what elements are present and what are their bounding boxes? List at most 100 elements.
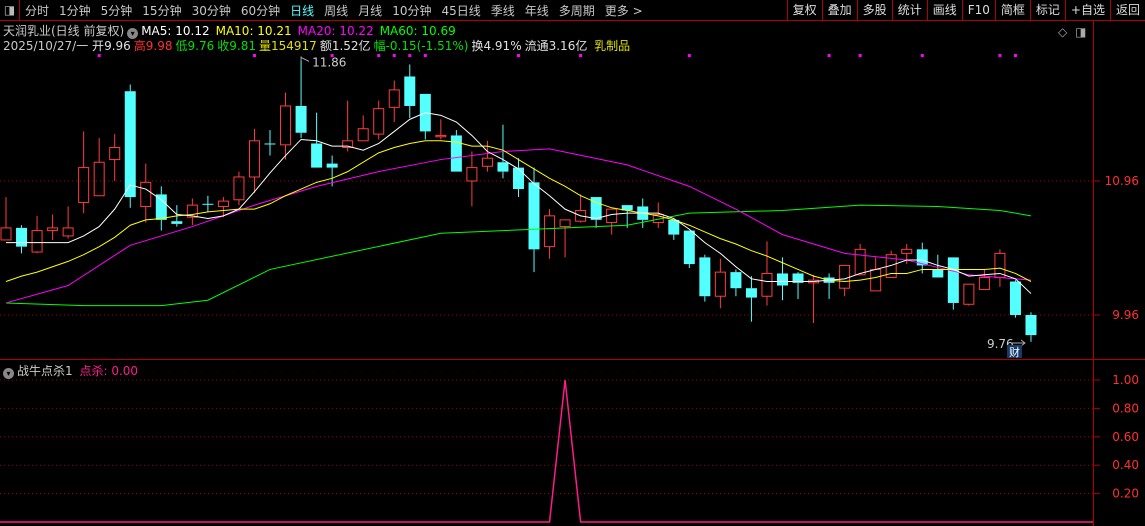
signal-marker: [1013, 54, 1017, 57]
candle: [1009, 280, 1021, 318]
candle-body: [963, 283, 975, 305]
candle: [699, 254, 711, 302]
indicator-header: ▾ 战牛点杀1 点杀: 0.00: [3, 362, 138, 379]
candle-body: [217, 200, 229, 207]
candle: [978, 269, 990, 291]
candle: [963, 283, 975, 306]
y-tick-label: 10.96: [1105, 174, 1139, 188]
candle-body: [668, 219, 680, 235]
high-arrow: [300, 56, 310, 62]
kline-chart[interactable]: 10.969.9611.869.76财1.000.800.600.400.20: [0, 0, 1145, 526]
signal-marker: [516, 54, 520, 57]
candle-body: [62, 227, 74, 237]
candle: [140, 163, 152, 223]
candle-body: [947, 257, 959, 303]
candle-body: [854, 248, 866, 276]
candle: [606, 208, 618, 235]
candle: [823, 273, 835, 299]
candle-body: [373, 108, 385, 135]
candle: [792, 272, 804, 299]
candle-body: [109, 147, 121, 161]
candle: [233, 171, 245, 206]
candle: [808, 274, 820, 324]
candle-body: [481, 157, 493, 167]
signal-marker: [579, 54, 583, 57]
candle: [47, 214, 59, 240]
candle-body: [31, 230, 43, 253]
candle: [714, 258, 726, 309]
candle-body: [93, 161, 105, 197]
y-tick-label: 9.96: [1112, 308, 1139, 322]
candle-body: [311, 143, 323, 168]
indicator-value: 点杀: 0.00: [79, 364, 139, 378]
candle: [109, 134, 121, 181]
candle: [0, 197, 12, 241]
signal-marker: [97, 54, 101, 57]
candle-body: [435, 134, 447, 138]
candle: [544, 209, 556, 259]
y-tick-label: 1.00: [1112, 373, 1139, 387]
candle: [854, 243, 866, 276]
candle-body: [280, 105, 292, 146]
candle: [295, 60, 307, 139]
candle-body: [528, 182, 540, 250]
candle: [481, 140, 493, 172]
candle-body: [388, 89, 400, 108]
candle: [575, 194, 587, 223]
candle-body: [404, 76, 416, 106]
candle-body: [202, 203, 214, 205]
candle: [186, 198, 198, 226]
candle: [202, 195, 214, 212]
candle: [404, 64, 416, 119]
signal-marker: [392, 54, 396, 57]
signal-marker: [687, 54, 691, 57]
candle-body: [777, 273, 788, 286]
signal-marker: [827, 54, 831, 57]
candle: [559, 219, 571, 258]
candle: [62, 206, 74, 239]
candle-body: [559, 219, 571, 228]
candle-body: [47, 227, 59, 232]
news-badge-label[interactable]: 财: [1009, 345, 1020, 359]
candle: [947, 257, 959, 310]
candle-body: [155, 194, 167, 220]
candle: [450, 130, 462, 172]
candle: [78, 131, 90, 214]
candle-body: [78, 167, 90, 203]
candle-body: [295, 105, 307, 133]
chevron-down-icon[interactable]: ▾: [3, 368, 14, 379]
indicator-title[interactable]: 战牛点杀1: [17, 364, 73, 378]
candle: [683, 230, 695, 269]
candle-body: [233, 176, 245, 201]
candle-body: [714, 271, 726, 297]
candle: [466, 151, 478, 207]
candle-body: [326, 163, 338, 168]
candle-body: [730, 272, 742, 289]
candle-body: [357, 128, 369, 142]
candle: [16, 225, 28, 254]
candle-body: [171, 221, 183, 224]
candle: [373, 100, 385, 140]
signal-marker: [858, 54, 862, 57]
candle: [155, 186, 167, 231]
candle: [730, 269, 742, 297]
signal-marker: [423, 54, 427, 57]
candle-body: [0, 227, 12, 241]
candle: [342, 100, 354, 152]
candle-body: [466, 167, 478, 182]
candle-body: [544, 215, 556, 248]
candle: [280, 92, 292, 160]
candle: [1025, 312, 1037, 342]
y-tick-label: 0.60: [1112, 430, 1139, 444]
candle-body: [699, 257, 711, 297]
candle: [93, 138, 105, 197]
candle-body: [1025, 315, 1037, 336]
candle-body: [512, 167, 524, 190]
candle: [761, 241, 773, 306]
candle-body: [140, 181, 152, 207]
candle-body: [124, 91, 136, 198]
candle: [388, 80, 400, 123]
candle: [916, 242, 928, 274]
candle-body: [901, 248, 913, 254]
y-tick-label: 0.80: [1112, 401, 1139, 415]
